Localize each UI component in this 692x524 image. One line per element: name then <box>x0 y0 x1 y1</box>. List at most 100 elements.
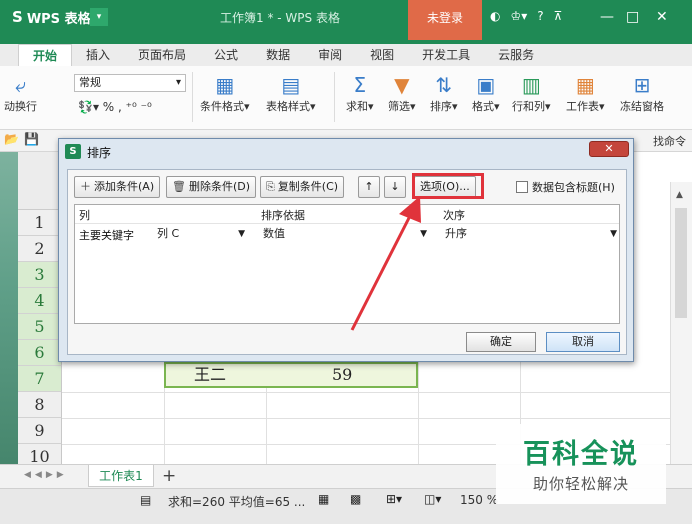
normal-view-icon[interactable]: ▦ <box>318 492 329 506</box>
add-condition-label: 添加条件(A) <box>94 180 155 193</box>
cell-name[interactable]: 王二 <box>194 362 226 388</box>
freeze-panes-label: 冻结窗格 <box>620 100 664 113</box>
table-style-button[interactable]: ▤ 表格样式▾ <box>266 72 316 114</box>
grid-line <box>62 392 670 393</box>
conditional-format-button[interactable]: ▦ 条件格式▾ <box>200 72 250 114</box>
scroll-up-icon[interactable]: ▲ <box>676 190 683 200</box>
delete-condition-button[interactable]: 🗑 删除条件(D) <box>166 176 257 198</box>
table-style-label: 表格样式 <box>266 100 310 113</box>
cell-score[interactable]: 59 <box>332 362 352 388</box>
login-button[interactable]: 未登录 <box>408 0 482 40</box>
minimize-button[interactable]: — <box>600 9 614 25</box>
ribbon-separator <box>192 72 193 122</box>
conditional-format-icon: ▦ <box>215 73 235 97</box>
tab-review[interactable]: 审阅 <box>304 44 356 66</box>
shirt-icon[interactable]: ♔▾ <box>510 9 527 23</box>
tab-insert[interactable]: 插入 <box>72 44 124 66</box>
worksheet-icon: ▦ <box>575 73 595 97</box>
wps-logo-icon: S <box>65 144 81 159</box>
tab-view[interactable]: 视图 <box>356 44 408 66</box>
tab-data[interactable]: 数据 <box>252 44 304 66</box>
worksheet-button[interactable]: ▦ 工作表▾ <box>566 72 605 114</box>
save-icon[interactable]: 💾 <box>24 132 39 146</box>
tab-formulas[interactable]: 公式 <box>200 44 252 66</box>
reading-mode-icon[interactable]: ⊞▾ <box>386 492 402 506</box>
dialog-titlebar[interactable]: S 排序 ✕ <box>59 139 633 163</box>
find-command[interactable]: 找命令 <box>653 133 686 149</box>
move-down-button[interactable]: ↓ <box>384 176 406 198</box>
status-summary: 求和=260 平均值=65 ... <box>168 495 306 509</box>
format-button[interactable]: ▣ 格式▾ <box>472 72 500 114</box>
sigma-icon: Σ <box>353 73 367 97</box>
criteria-row[interactable]: 主要关键字 列 C ▼ 数值 ▼ 升序 ▼ <box>75 225 619 243</box>
cancel-button[interactable]: 取消 <box>546 332 620 352</box>
row-header[interactable]: 4 <box>18 288 62 314</box>
sort-on-select[interactable]: 数值 ▼ <box>261 226 429 242</box>
dialog-close-button[interactable]: ✕ <box>589 141 629 157</box>
sort-button[interactable]: ⇅ 排序▾ <box>430 72 458 114</box>
sum-button[interactable]: Σ 求和▾ <box>346 72 374 114</box>
ribbon-separator <box>334 72 335 122</box>
checkbox-icon <box>516 181 528 193</box>
freeze-panes-button[interactable]: ⊞ 冻结窗格 <box>620 72 664 114</box>
vertical-scrollbar[interactable]: ▲ <box>670 182 692 464</box>
window-title: 工作簿1 * - WPS 表格 <box>220 11 340 25</box>
row-header[interactable]: 7 <box>18 366 62 392</box>
close-button[interactable]: ✕ <box>656 9 668 25</box>
delete-condition-label: 删除条件(D) <box>188 180 251 193</box>
rows-cols-icon: ▥ <box>521 73 541 97</box>
number-format-tools[interactable]: 💱▾ % , ⁺⁰ ⁻⁰ <box>78 100 152 114</box>
row-header[interactable]: 5 <box>18 314 62 340</box>
column-select[interactable]: 列 C ▼ <box>155 226 247 242</box>
help-button[interactable]: ? <box>537 9 543 23</box>
skin-icon[interactable]: ◐ <box>490 9 500 23</box>
sheet-tab-1[interactable]: 工作表1 <box>88 465 154 487</box>
scrollbar-thumb[interactable] <box>675 208 687 318</box>
number-format-select[interactable]: 常规 <box>74 74 186 92</box>
add-sheet-button[interactable]: + <box>162 466 176 486</box>
sum-label: 求和 <box>346 100 368 113</box>
row-header[interactable]: 1 <box>18 210 62 236</box>
select-all-corner[interactable] <box>18 152 62 210</box>
order-select[interactable]: 升序 ▼ <box>443 226 619 242</box>
add-condition-button[interactable]: ＋添加条件(A) <box>74 176 161 198</box>
row-header[interactable]: 3 <box>18 262 62 288</box>
currency-icon[interactable]: 💱▾ <box>78 100 99 114</box>
dialog-body: ＋添加条件(A) 🗑 删除条件(D) ⎘ 复制条件(C) ↑ ↓ 选项(O)... … <box>67 169 627 355</box>
row-header[interactable]: 9 <box>18 418 62 444</box>
row-header[interactable]: 2 <box>18 236 62 262</box>
sheet-nav-arrows-icon[interactable]: ◀◀▶▶ <box>24 470 68 480</box>
order-header: 次序 <box>443 209 465 222</box>
tab-home[interactable]: 开始 <box>18 44 73 66</box>
app-menu-button[interactable]: S WPS 表格 <box>6 6 97 28</box>
eye-protect-icon[interactable]: ◫▾ <box>424 492 441 506</box>
options-highlight-box <box>412 173 484 199</box>
row-header[interactable]: 8 <box>18 392 62 418</box>
zoom-level[interactable]: 150 % <box>460 493 498 507</box>
rows-cols-button[interactable]: ▥ 行和列▾ <box>512 72 551 114</box>
copy-condition-button[interactable]: ⎘ 复制条件(C) <box>260 176 345 198</box>
increase-decimal-icon[interactable]: ⁺⁰ <box>126 100 137 114</box>
has-header-checkbox[interactable]: 数据包含标题(H) <box>516 179 615 195</box>
open-folder-icon[interactable]: 📂 <box>4 132 19 146</box>
copy-condition-label: 复制条件(C) <box>277 180 339 193</box>
ribbon-toggle-icon[interactable]: ⊼ <box>554 9 563 23</box>
maximize-button[interactable]: □ <box>626 9 639 25</box>
app-dropdown-icon[interactable]: ▾ <box>90 8 108 26</box>
tab-cloud[interactable]: 云服务 <box>484 44 548 66</box>
ok-button[interactable]: 确定 <box>466 332 536 352</box>
page-break-view-icon[interactable]: ▩ <box>350 492 361 506</box>
row-header[interactable]: 6 <box>18 340 62 366</box>
tab-page-layout[interactable]: 页面布局 <box>124 44 200 66</box>
freeze-panes-icon: ⊞ <box>633 73 651 97</box>
decrease-decimal-icon[interactable]: ⁻⁰ <box>141 100 152 114</box>
ribbon-toolbar: ⤶ 动换行 常规 💱▾ % , ⁺⁰ ⁻⁰ ▦ 条件格式▾ ▤ 表格样式▾ Σ … <box>0 66 692 130</box>
chevron-down-icon: ▼ <box>610 229 617 239</box>
column-header: 列 <box>79 209 90 222</box>
sort-dialog: S 排序 ✕ ＋添加条件(A) 🗑 删除条件(D) ⎘ 复制条件(C) ↑ ↓ 选项… <box>58 138 634 362</box>
filter-button[interactable]: ▼ 筛选▾ <box>388 72 416 114</box>
move-up-button[interactable]: ↑ <box>358 176 380 198</box>
wrap-text-button[interactable]: ⤶ 动换行 <box>4 72 37 114</box>
tab-developer[interactable]: 开发工具 <box>408 44 484 66</box>
wps-logo-icon: S <box>12 8 23 26</box>
